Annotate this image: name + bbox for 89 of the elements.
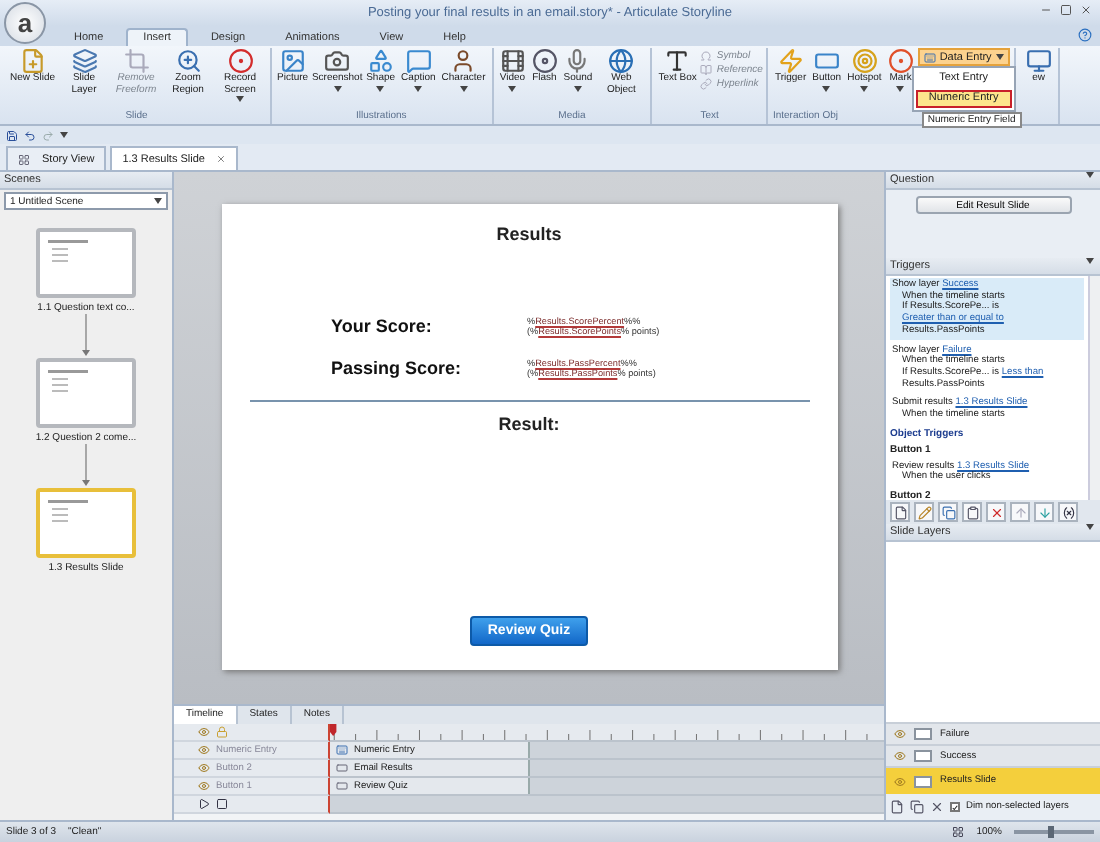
link-icon: [700, 78, 713, 90]
caret-icon: [508, 85, 517, 92]
lightning-icon: [777, 48, 804, 74]
caret-icon: [60, 132, 68, 138]
caption-icon: [405, 48, 432, 74]
dim-checkbox[interactable]: [950, 802, 960, 812]
close-icon[interactable]: [1080, 4, 1092, 16]
slide-preview-drawing: [48, 500, 88, 522]
eye-icon[interactable]: [894, 775, 906, 787]
new-icon: [893, 505, 907, 519]
slide-thumbnail[interactable]: [36, 358, 136, 428]
variable-icon: [1061, 505, 1075, 519]
slide-preview-drawing: [48, 370, 88, 392]
marker-icon: [887, 48, 914, 74]
picture-icon: [279, 48, 306, 74]
redo-icon[interactable]: [42, 129, 54, 141]
eye-icon[interactable]: [198, 780, 210, 792]
slide-thumbnail[interactable]: [36, 228, 136, 298]
eye-icon[interactable]: [198, 726, 210, 738]
crop-icon: [123, 48, 150, 74]
slide-thumbnail[interactable]: [36, 488, 136, 558]
shapes-icon: [367, 48, 394, 74]
result-label: Result:: [498, 413, 560, 434]
score-label: Passing Score:: [331, 358, 464, 379]
person-icon: [450, 48, 477, 74]
caret-icon: [573, 85, 582, 92]
caret-icon: [896, 85, 905, 92]
eye-icon[interactable]: [198, 762, 210, 774]
eye-icon[interactable]: [894, 728, 906, 740]
help-icon[interactable]: [1078, 28, 1092, 42]
clipboard-icon: [965, 505, 979, 519]
maximize-icon[interactable]: [1060, 4, 1072, 16]
caret-icon: [236, 96, 245, 103]
book-icon: [700, 64, 713, 76]
hotspot-icon: [851, 48, 878, 74]
minimize-icon[interactable]: [1040, 4, 1052, 16]
slide-title: Results: [496, 224, 562, 244]
connector-arrow: [82, 444, 90, 488]
caret-icon: [376, 85, 385, 92]
copy-icon: [941, 505, 955, 519]
toolbar-button[interactable]: [890, 502, 910, 522]
scrollbar[interactable]: [1088, 276, 1100, 500]
save-icon[interactable]: [6, 129, 18, 141]
view-icon[interactable]: [952, 826, 965, 838]
caret-icon: [995, 54, 1004, 60]
toolbar-button[interactable]: [1058, 502, 1078, 522]
globe-icon: [608, 48, 635, 74]
horizontal-scrollbar[interactable]: [330, 796, 884, 814]
text-box-icon: [664, 48, 691, 74]
monitor-icon: [1025, 48, 1052, 74]
omega-icon: [700, 50, 713, 62]
toolbar-button[interactable]: [962, 502, 982, 522]
delete-icon[interactable]: [930, 800, 944, 814]
eye-icon[interactable]: [894, 750, 906, 762]
input-field-icon: [336, 744, 348, 756]
new-slide-icon: [19, 48, 46, 74]
caret-icon: [1086, 258, 1094, 264]
film-icon: [499, 48, 526, 74]
caret-icon: [154, 198, 162, 204]
new-layer-icon[interactable]: [890, 800, 904, 814]
play-icon[interactable]: [198, 798, 210, 810]
up-arrow-icon: [1013, 505, 1027, 519]
button-icon: [813, 48, 840, 74]
undo-icon[interactable]: [24, 129, 36, 141]
copy-icon[interactable]: [910, 800, 924, 814]
connector-arrow: [82, 314, 90, 358]
slide-preview-drawing: [48, 240, 88, 262]
down-arrow-icon: [1037, 505, 1051, 519]
caret-icon: [822, 85, 831, 92]
caret-icon: [414, 85, 423, 92]
keyboard-icon: [923, 51, 936, 63]
pencil-icon: [917, 505, 931, 519]
eye-icon[interactable]: [198, 744, 210, 756]
microphone-icon: [564, 48, 591, 74]
lock-icon[interactable]: [216, 726, 228, 738]
toolbar-button[interactable]: [986, 502, 1006, 522]
record-icon: [227, 48, 254, 74]
slider-thumb[interactable]: [1047, 826, 1053, 838]
grid-icon: [18, 153, 30, 165]
caret-icon: [333, 85, 342, 92]
disc-icon: [531, 48, 558, 74]
zoom-icon: [175, 48, 202, 74]
delete-icon: [989, 505, 1003, 519]
caret-icon: [459, 85, 468, 92]
score-label: Your Score:: [331, 316, 434, 337]
layers-icon: [71, 48, 98, 74]
camera-icon: [324, 48, 351, 74]
stop-icon[interactable]: [216, 798, 228, 810]
caret-icon: [860, 85, 869, 92]
